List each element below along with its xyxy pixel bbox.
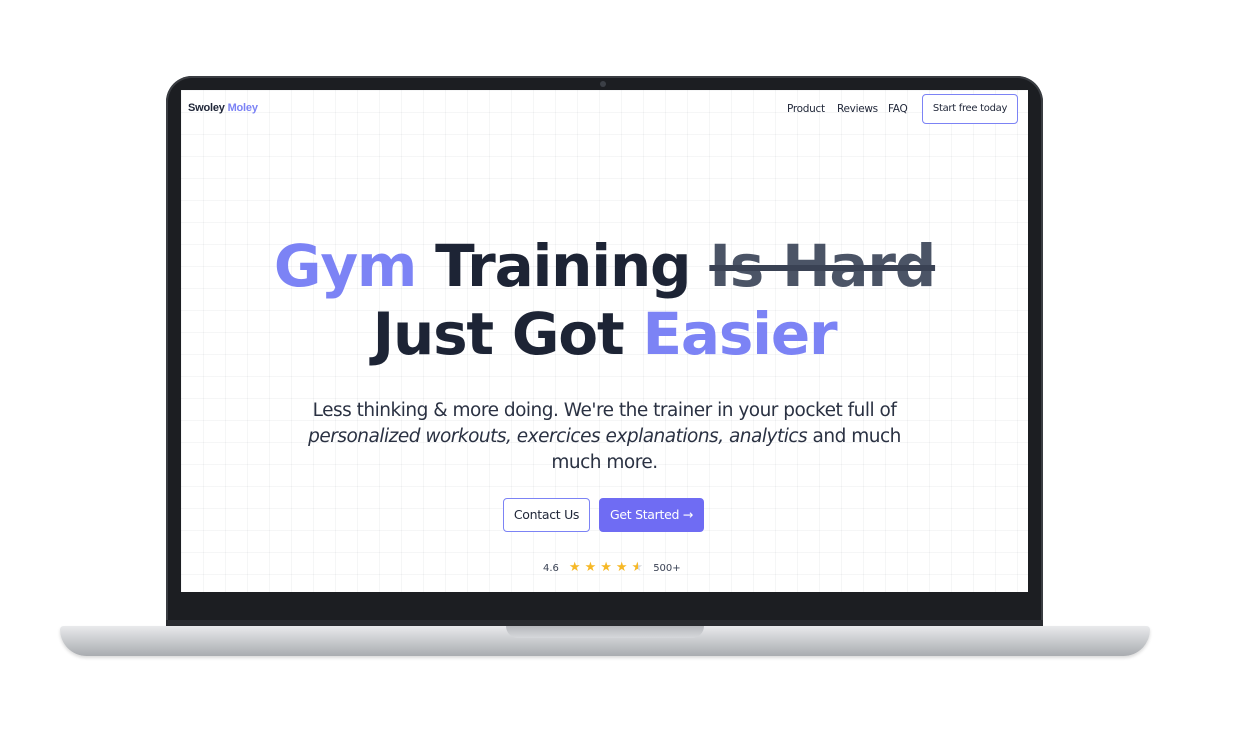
star-icon: ★	[600, 560, 612, 575]
star-icon: ★	[615, 560, 628, 575]
contact-us-button[interactable]: Contact Us	[503, 498, 590, 532]
laptop-screen: Swoley Moley Product Reviews FAQ Start f…	[181, 90, 1028, 592]
camera-icon	[600, 81, 606, 87]
hero-strikethrough: Is Hard	[709, 232, 936, 300]
rating-summary: 4.6 ★ ★ ★ ★ ★ 500+	[543, 560, 681, 576]
brand-logo[interactable]: Swoley Moley	[188, 102, 258, 114]
rating-count: 500+	[653, 562, 681, 574]
subtitle-italic: personalized workouts, exercices explana…	[308, 426, 808, 447]
hero-accent-gym: Gym	[273, 232, 417, 300]
nav-link-faq[interactable]: FAQ	[888, 103, 908, 115]
hero-title-line2: Just Got Easier	[181, 302, 1028, 366]
star-icon: ★	[584, 560, 597, 575]
laptop-base	[60, 626, 1150, 656]
hero-title-line1: Gym Training Is Hard	[181, 234, 1028, 298]
brand-name-part2: Moley	[227, 102, 258, 114]
hero-text-training: Training	[435, 232, 691, 300]
brand-name-part1: Swoley	[188, 102, 225, 114]
star-icon: ★	[568, 560, 581, 575]
laptop-notch	[506, 626, 704, 638]
rating-score: 4.6	[543, 562, 559, 574]
hero-subtitle: Less thinking & more doing. We're the tr…	[296, 398, 913, 476]
start-free-button[interactable]: Start free today	[922, 94, 1018, 124]
top-nav: Swoley Moley Product Reviews FAQ Start f…	[181, 90, 1028, 130]
get-started-button[interactable]: Get Started →	[599, 498, 704, 532]
hero-accent-easier: Easier	[642, 300, 837, 368]
subtitle-start: Less thinking & more doing. We're the tr…	[312, 400, 897, 421]
nav-link-product[interactable]: Product	[787, 103, 825, 115]
nav-link-reviews[interactable]: Reviews	[837, 103, 878, 115]
hero-text-just-got: Just Got	[372, 300, 625, 368]
half-star-icon: ★	[631, 560, 644, 575]
